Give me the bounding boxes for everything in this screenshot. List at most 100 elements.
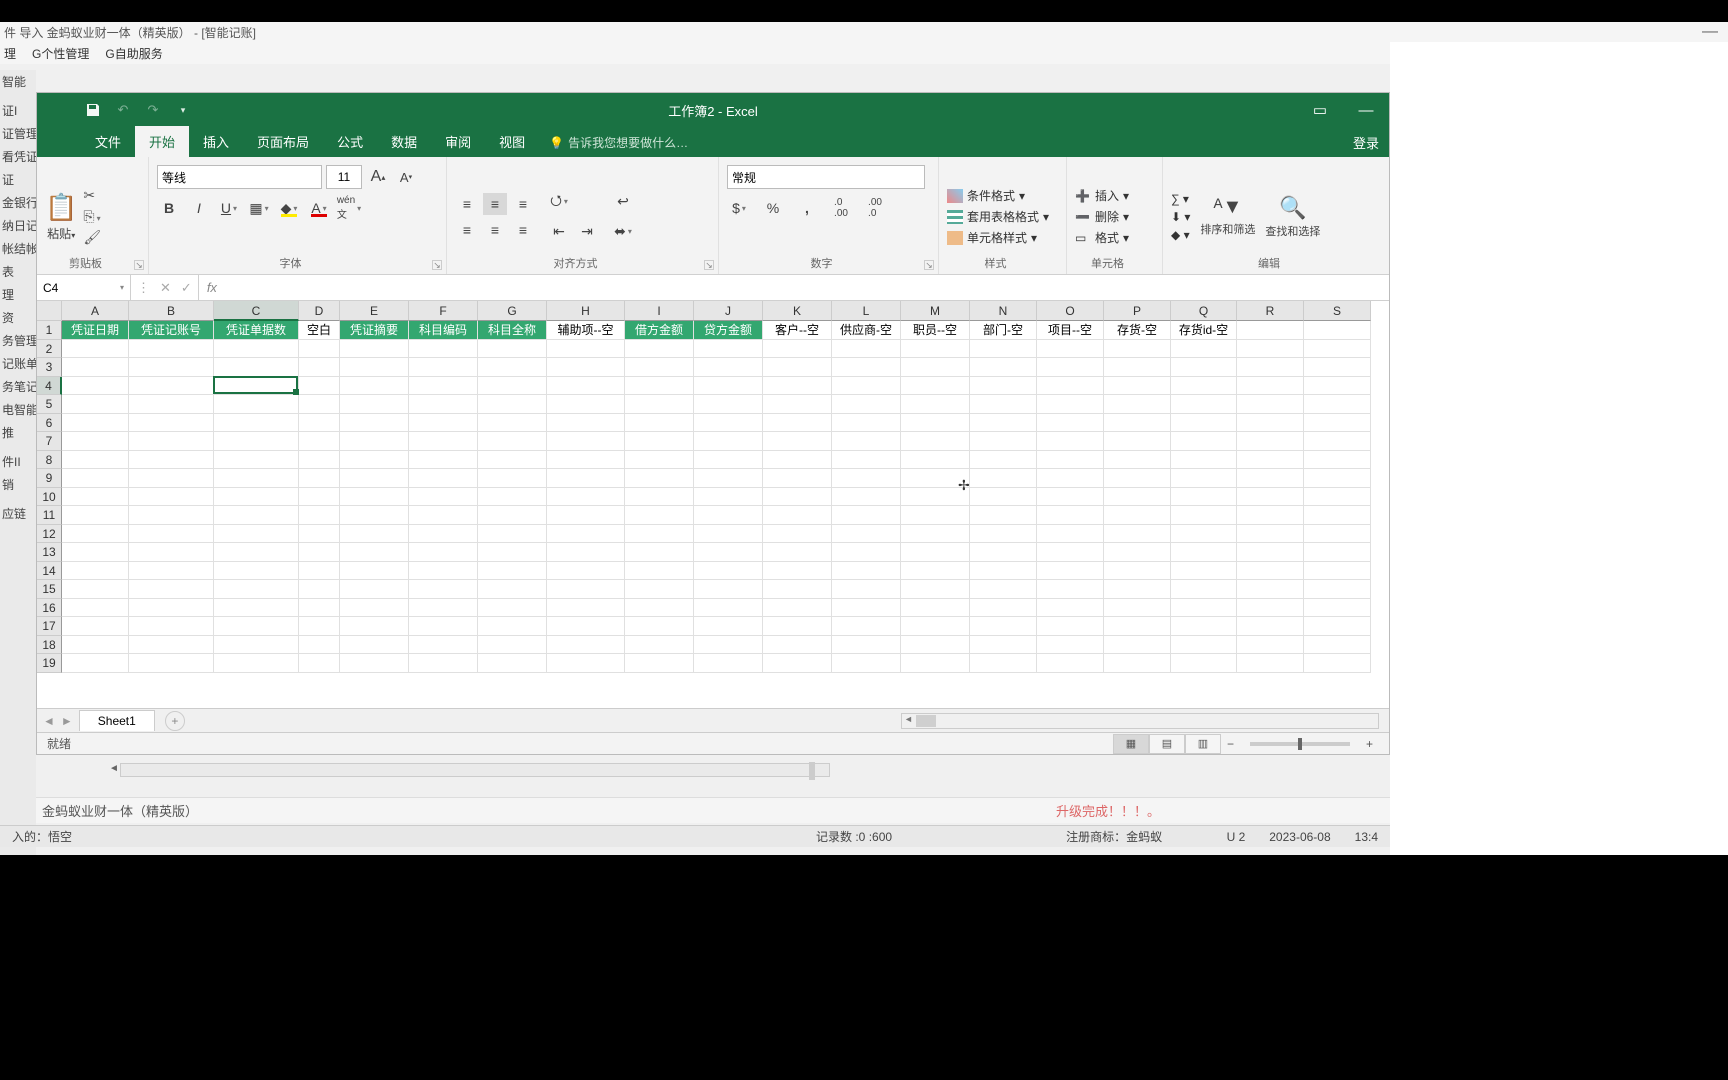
cell[interactable] [62,543,129,562]
decrease-decimal-icon[interactable]: .00.0 [863,197,887,219]
cell[interactable] [1304,340,1371,359]
cell[interactable] [1237,617,1304,636]
cell[interactable] [970,395,1037,414]
cell[interactable] [409,599,478,618]
cell[interactable] [1304,617,1371,636]
header-cell[interactable]: 科目编码 [409,321,478,340]
cell[interactable] [763,432,832,451]
sheet-tab-bar[interactable]: ◄ ► Sheet1 + ◄ [37,708,1389,732]
column-header[interactable]: O [1037,301,1104,321]
cell[interactable] [409,525,478,544]
cell[interactable] [1037,432,1104,451]
cell[interactable] [547,451,625,470]
cell[interactable] [299,451,340,470]
cell[interactable] [340,562,409,581]
cell[interactable] [1304,654,1371,673]
cell[interactable] [478,654,547,673]
comma-format-icon[interactable]: , [795,197,819,219]
cell[interactable] [1304,451,1371,470]
cell[interactable] [62,506,129,525]
cell[interactable] [901,506,970,525]
cell[interactable] [1037,469,1104,488]
cell[interactable] [1304,506,1371,525]
cell[interactable] [1037,377,1104,396]
align-left-icon[interactable]: ≡ [455,219,479,241]
cell[interactable] [409,340,478,359]
cell[interactable] [1237,525,1304,544]
cell[interactable] [214,488,299,507]
cell[interactable] [970,599,1037,618]
cell[interactable] [1104,636,1171,655]
cell[interactable] [62,599,129,618]
cell[interactable] [1304,469,1371,488]
header-cell[interactable]: 凭证摘要 [340,321,409,340]
cell[interactable] [901,562,970,581]
outer-menu-item[interactable]: G自助服务 [105,45,162,62]
cell[interactable] [1171,580,1237,599]
cell[interactable] [1104,395,1171,414]
row-header[interactable]: 3 [37,358,62,377]
cell[interactable] [214,580,299,599]
header-cell[interactable]: 项目--空 [1037,321,1104,340]
cell[interactable] [62,414,129,433]
column-header[interactable]: B [129,301,214,321]
cell[interactable] [1171,599,1237,618]
cell[interactable] [763,543,832,562]
cell[interactable] [547,580,625,599]
cell[interactable] [625,377,694,396]
cell[interactable] [299,654,340,673]
cell[interactable] [409,543,478,562]
cell[interactable] [299,488,340,507]
ribbon-display-icon[interactable]: ▭ [1297,93,1343,127]
cell[interactable] [1304,414,1371,433]
cell[interactable] [1237,506,1304,525]
cell[interactable] [694,451,763,470]
cell[interactable] [409,414,478,433]
tell-me-input[interactable]: 💡告诉我您想要做什么… [539,128,698,157]
column-header[interactable]: L [832,301,901,321]
cell[interactable] [129,432,214,451]
cell[interactable] [214,414,299,433]
row-header[interactable]: 8 [37,451,62,470]
cell[interactable] [62,395,129,414]
cell[interactable] [478,617,547,636]
cell[interactable] [1037,599,1104,618]
cell[interactable] [694,525,763,544]
cell[interactable] [478,506,547,525]
align-top-icon[interactable]: ≡ [455,193,479,215]
row-header[interactable]: 5 [37,395,62,414]
cell[interactable] [214,562,299,581]
row-header[interactable]: 10 [37,488,62,507]
cell[interactable] [409,469,478,488]
quick-access-toolbar[interactable]: ↶ ↷ ▾ [37,102,191,118]
cell[interactable] [129,488,214,507]
cell[interactable] [832,469,901,488]
ribbon-tab-视图[interactable]: 视图 [485,126,539,157]
cell[interactable] [832,543,901,562]
page-layout-view-button[interactable]: ▤ [1149,734,1185,754]
cell[interactable] [832,599,901,618]
cell[interactable] [1237,451,1304,470]
cell[interactable] [832,377,901,396]
cell[interactable] [694,506,763,525]
cell[interactable] [970,488,1037,507]
cell[interactable] [299,543,340,562]
cell[interactable] [1304,543,1371,562]
cell[interactable] [763,451,832,470]
cell[interactable] [299,636,340,655]
cell[interactable] [901,525,970,544]
cell[interactable] [763,340,832,359]
cell[interactable] [694,562,763,581]
cell[interactable] [763,562,832,581]
cell[interactable] [763,414,832,433]
sidebar-item[interactable]: 应链 [0,502,36,525]
decrease-indent-icon[interactable]: ⇤ [547,221,571,243]
format-as-table-button[interactable]: 套用表格格式▾ [947,208,1049,225]
wrap-text-icon[interactable]: ↩ [611,191,635,213]
orientation-icon[interactable]: ⭯ [547,191,571,213]
cell[interactable] [62,580,129,599]
sidebar-item[interactable]: 证 [0,168,36,191]
cell[interactable] [1104,340,1171,359]
cell[interactable] [214,469,299,488]
cell[interactable] [832,562,901,581]
